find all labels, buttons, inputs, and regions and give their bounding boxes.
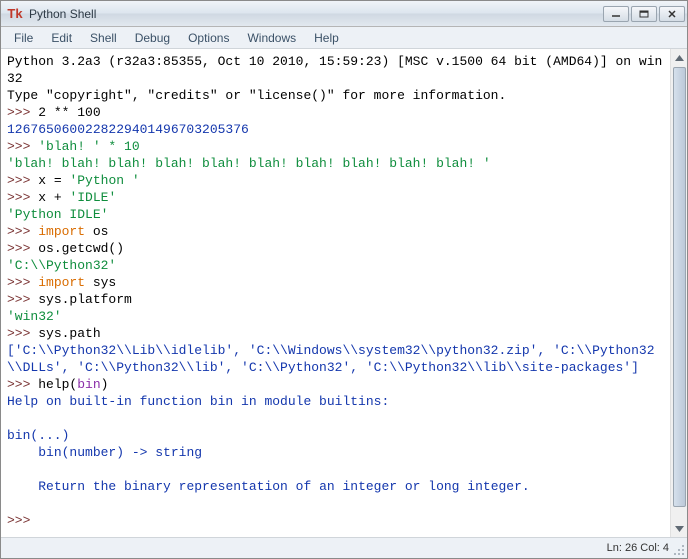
statusbar: Ln: 26 Col: 4 (1, 538, 687, 558)
cmd-text: sys (85, 275, 116, 290)
window-controls (603, 6, 685, 22)
prompt: >>> (7, 241, 38, 256)
maximize-icon (639, 10, 649, 18)
window-title: Python Shell (29, 7, 603, 21)
cmd-text: help( (38, 377, 77, 392)
close-button[interactable] (659, 6, 685, 22)
cmd-text: ) (101, 377, 109, 392)
menubar: File Edit Shell Debug Options Windows He… (1, 27, 687, 49)
prompt: >>> (7, 513, 38, 528)
help-line: bin(...) (7, 428, 69, 443)
cmd-text: 2 ** 100 (38, 105, 100, 120)
help-line: Return the binary representation of an i… (7, 479, 530, 494)
scroll-thumb[interactable] (673, 67, 686, 507)
prompt: >>> (7, 173, 38, 188)
prompt: >>> (7, 275, 38, 290)
cmd-text: os (85, 224, 108, 239)
minimize-button[interactable] (603, 6, 629, 22)
scroll-down-button[interactable] (671, 520, 687, 537)
output-str: 'C:\\Python32' (7, 258, 116, 273)
cmd-text: sys.platform (38, 292, 132, 307)
minimize-icon (611, 10, 621, 18)
menu-help[interactable]: Help (305, 29, 348, 47)
close-icon (667, 10, 677, 18)
banner-line: Python 3.2a3 (r32a3:85355, Oct 10 2010, … (7, 54, 662, 86)
output-str: 'Python IDLE' (7, 207, 108, 222)
keyword: import (38, 224, 85, 239)
keyword: import (38, 275, 85, 290)
prompt: >>> (7, 292, 38, 307)
cmd-text: x = (38, 173, 69, 188)
string-literal: 'Python ' (69, 173, 139, 188)
output-str: 'win32' (7, 309, 62, 324)
menu-file[interactable]: File (5, 29, 42, 47)
menu-shell[interactable]: Shell (81, 29, 126, 47)
cmd-text: x + (38, 190, 69, 205)
menu-windows[interactable]: Windows (238, 29, 305, 47)
window-frame: Tk Python Shell File Edit Shell Debug Op… (0, 0, 688, 559)
app-icon: Tk (7, 6, 23, 22)
chevron-up-icon (675, 55, 684, 61)
output-str: 'blah! blah! blah! blah! blah! blah! bla… (7, 156, 491, 171)
menu-options[interactable]: Options (179, 29, 238, 47)
maximize-button[interactable] (631, 6, 657, 22)
cmd-text: 'blah! ' * 10 (38, 139, 139, 154)
prompt: >>> (7, 190, 38, 205)
help-line: Help on built-in function bin in module … (7, 394, 389, 409)
prompt: >>> (7, 224, 38, 239)
titlebar[interactable]: Tk Python Shell (1, 1, 687, 27)
prompt: >>> (7, 377, 38, 392)
cursor-position: Ln: 26 Col: 4 (607, 542, 669, 554)
output-list: ['C:\\Python32\\Lib\\idlelib', 'C:\\Wind… (7, 343, 655, 375)
resize-grip-icon[interactable] (673, 544, 685, 556)
cmd-text: sys.path (38, 326, 100, 341)
menu-debug[interactable]: Debug (126, 29, 179, 47)
banner-line: Type "copyright", "credits" or "license(… (7, 88, 506, 103)
cmd-text: os.getcwd() (38, 241, 124, 256)
prompt: >>> (7, 139, 38, 154)
scroll-up-button[interactable] (671, 49, 687, 66)
menu-edit[interactable]: Edit (42, 29, 81, 47)
prompt: >>> (7, 105, 38, 120)
prompt: >>> (7, 326, 38, 341)
string-literal: 'IDLE' (69, 190, 116, 205)
chevron-down-icon (675, 526, 684, 532)
help-line: bin(number) -> string (7, 445, 202, 460)
content-wrap: Python 3.2a3 (r32a3:85355, Oct 10 2010, … (1, 49, 687, 538)
shell-output[interactable]: Python 3.2a3 (r32a3:85355, Oct 10 2010, … (1, 49, 670, 537)
vertical-scrollbar[interactable] (670, 49, 687, 537)
builtin-name: bin (77, 377, 100, 392)
output-num: 1267650600228229401496703205376 (7, 122, 249, 137)
